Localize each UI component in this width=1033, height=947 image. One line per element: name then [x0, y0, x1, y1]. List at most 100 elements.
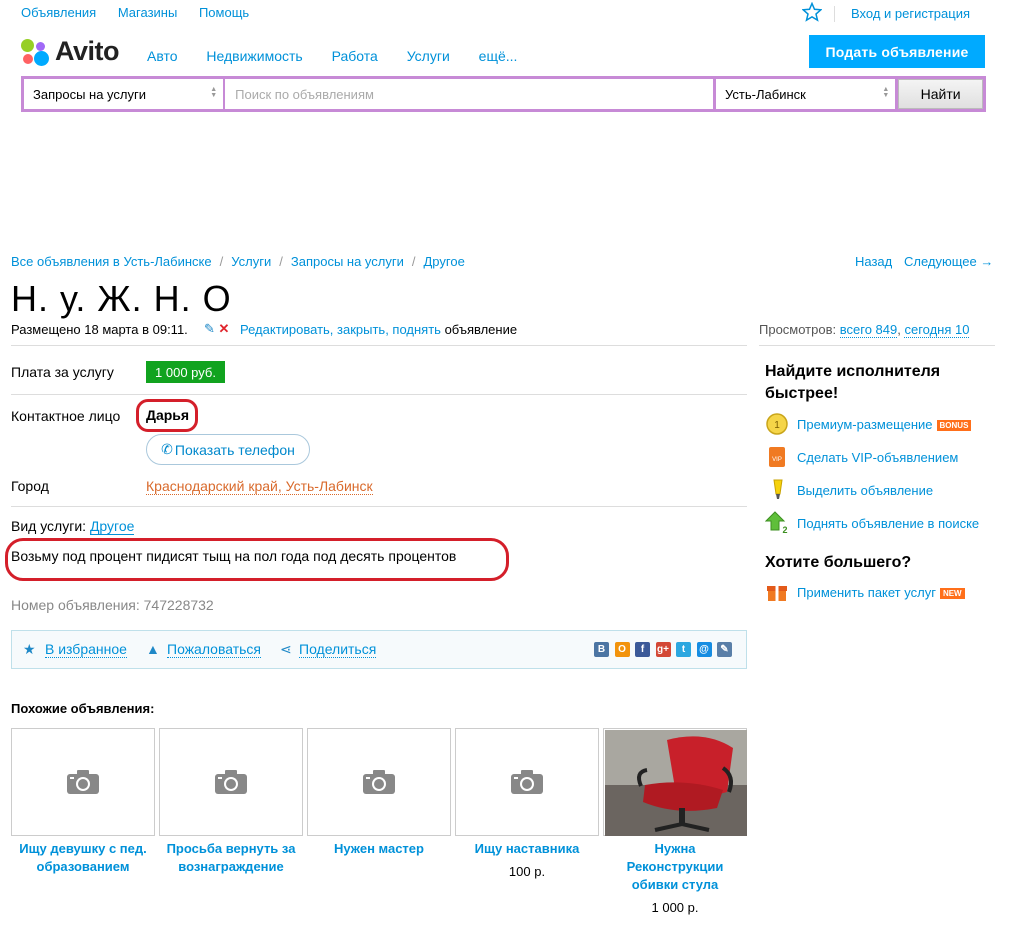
breadcrumb-all[interactable]: Все объявления в Усть-Лабинске [11, 254, 212, 269]
star-icon: ★ [23, 641, 36, 657]
google-plus-icon[interactable]: g+ [655, 642, 671, 657]
coin-icon: 1 [766, 413, 788, 435]
facebook-icon[interactable]: f [635, 642, 650, 657]
highlighter-icon [773, 479, 783, 499]
nav-auto[interactable]: Авто [147, 48, 178, 64]
sidebar-heading-line1: Найдите исполнителя [765, 363, 941, 380]
service-link[interactable]: Другое [89, 518, 135, 535]
edit-close-raise-link[interactable]: Редактировать, закрыть, поднять [240, 322, 441, 337]
service-type: Вид услуги: Другое [11, 518, 135, 535]
breadcrumb-separator: / [279, 254, 283, 269]
similar-card-title-line: Ищу девушку с пед. [19, 841, 147, 856]
similar-card-title-line: обивки стула [631, 877, 719, 892]
login-link[interactable]: Вход и регистрация [851, 6, 970, 21]
camera-icon [362, 769, 396, 795]
category-select-value: Запросы на услуги [33, 86, 147, 102]
similar-card-image[interactable] [159, 728, 303, 836]
page-title: Н. у. Ж. Н. О [11, 278, 232, 319]
avito-logo[interactable]: Avito [21, 36, 120, 67]
similar-card-title-line: Просьба вернуть за [166, 841, 296, 856]
edit-icons[interactable]: ✎ ✕ [204, 321, 229, 337]
share-icon: ⋖ [280, 641, 292, 657]
divider [11, 394, 747, 395]
similar-card-title[interactable]: Нужна Реконструкции обивки стула [603, 840, 747, 894]
similar-card-price: 100 р. [508, 864, 546, 879]
add-favorite-link[interactable]: В избранное [45, 642, 127, 658]
logo-dots-icon [21, 37, 51, 67]
twitter-icon[interactable]: t [676, 642, 691, 657]
views-label: Просмотров: [759, 322, 837, 337]
similar-card-image[interactable] [307, 728, 451, 836]
premium-link[interactable]: Премиум-размещение BONUS [797, 417, 972, 432]
city-select[interactable]: Усть-Лабинск ▲ ▼ [716, 79, 896, 109]
complain-link[interactable]: Пожаловаться [167, 642, 262, 658]
favorites-star-icon[interactable] [802, 2, 822, 22]
back-link[interactable]: Назад [855, 254, 892, 269]
views-today-link[interactable]: сегодня 10 [904, 322, 970, 338]
similar-card-image[interactable] [11, 728, 155, 836]
city-link[interactable]: Краснодарский край, Усть-Лабинск [146, 478, 373, 495]
share-link[interactable]: Поделиться [299, 642, 377, 658]
vip-icon: VIP [769, 447, 785, 467]
breadcrumb: Все объявления в Усть-Лабинске / Услуги / За… [11, 254, 465, 269]
main-nav: Авто Недвижимость Работа Услуги ещё... [147, 48, 542, 64]
highlight-link[interactable]: Выделить объявление [797, 483, 933, 498]
phone-icon: ✆ [161, 441, 173, 457]
camera-icon [66, 769, 100, 795]
vip-link[interactable]: Сделать VIP-объявлением [797, 450, 958, 465]
select-arrows-icon: ▲ ▼ [882, 86, 890, 99]
raise-link[interactable]: Поднять объявление в поиске [797, 516, 979, 531]
sidebar-heading-2: Хотите большего? [765, 554, 912, 571]
odnoklassniki-icon[interactable]: О [614, 642, 630, 657]
post-ad-button[interactable]: Подать объявление [809, 35, 985, 68]
mail-icon[interactable]: @ [696, 642, 712, 657]
nav-services[interactable]: Услуги [407, 48, 450, 64]
annotation-oval [136, 399, 198, 432]
city-label: Город [11, 478, 49, 494]
new-badge: NEW [939, 588, 965, 600]
similar-card-image[interactable] [603, 728, 747, 836]
annotation-oval [5, 538, 509, 581]
logo-text: Avito [55, 36, 120, 66]
nav-ads-link[interactable]: Объявления [21, 5, 96, 20]
breadcrumb-other[interactable]: Другое [424, 254, 465, 269]
similar-card-title[interactable]: Ищу наставника [455, 840, 599, 858]
search-input[interactable]: Поиск по объявлениям [225, 79, 714, 109]
package-link[interactable]: Применить пакет услуг NEW [797, 585, 965, 600]
similar-card-image[interactable] [455, 728, 599, 836]
search-button[interactable]: Найти [898, 79, 983, 109]
vk-icon[interactable]: В [594, 642, 609, 657]
views-total-link[interactable]: всего 849 [839, 322, 898, 338]
breadcrumb-separator: / [219, 254, 224, 269]
price-badge: 1 000 руб. [146, 361, 225, 383]
nav-realty[interactable]: Недвижимость [206, 48, 302, 64]
livejournal-icon[interactable]: ✎ [717, 642, 732, 657]
next-link[interactable]: Следующее → [904, 254, 993, 269]
search-bar: Запросы на услуги ▲ ▼ Поиск по объявления… [21, 76, 986, 112]
gift-icon [767, 586, 787, 601]
breadcrumb-services[interactable]: Услуги [231, 254, 271, 269]
divider [11, 345, 747, 346]
nav-more[interactable]: ещё... [479, 48, 518, 64]
similar-card-title[interactable]: Ищу девушку с пед. образованием [11, 840, 155, 876]
divider [759, 345, 995, 346]
similar-card-title[interactable]: Просьба вернуть за вознаграждение [159, 840, 303, 876]
pencil-icon: ✎ [204, 321, 215, 336]
show-phone-label: Показать телефон [174, 441, 295, 458]
show-phone-button[interactable]: ✆ Показать телефон [146, 434, 310, 465]
nav-shops-link[interactable]: Магазины [118, 5, 178, 20]
breadcrumb-requests[interactable]: Запросы на услуги [291, 254, 404, 269]
top-nav: Объявления Магазины Помощь [21, 5, 267, 20]
category-select[interactable]: Запросы на услуги ▲ ▼ [24, 79, 225, 109]
similar-card-title-line: Реконструкции [626, 859, 724, 874]
ad-actions-bar: ★ В избранное ▲ Пожаловаться ⋖ Поделитьс… [11, 630, 747, 669]
premium-label: Премиум-размещение [797, 417, 933, 432]
chair-photo [605, 730, 747, 839]
similar-card-title-line: образованием [36, 859, 130, 874]
nav-help-link[interactable]: Помощь [199, 5, 249, 20]
similar-card-title-line: Нужна [654, 841, 696, 856]
similar-card-title[interactable]: Нужен мастер [307, 840, 451, 858]
svg-text:2: 2 [782, 525, 787, 534]
similar-card-title-line: Ищу наставника [474, 841, 580, 856]
nav-jobs[interactable]: Работа [332, 48, 378, 64]
